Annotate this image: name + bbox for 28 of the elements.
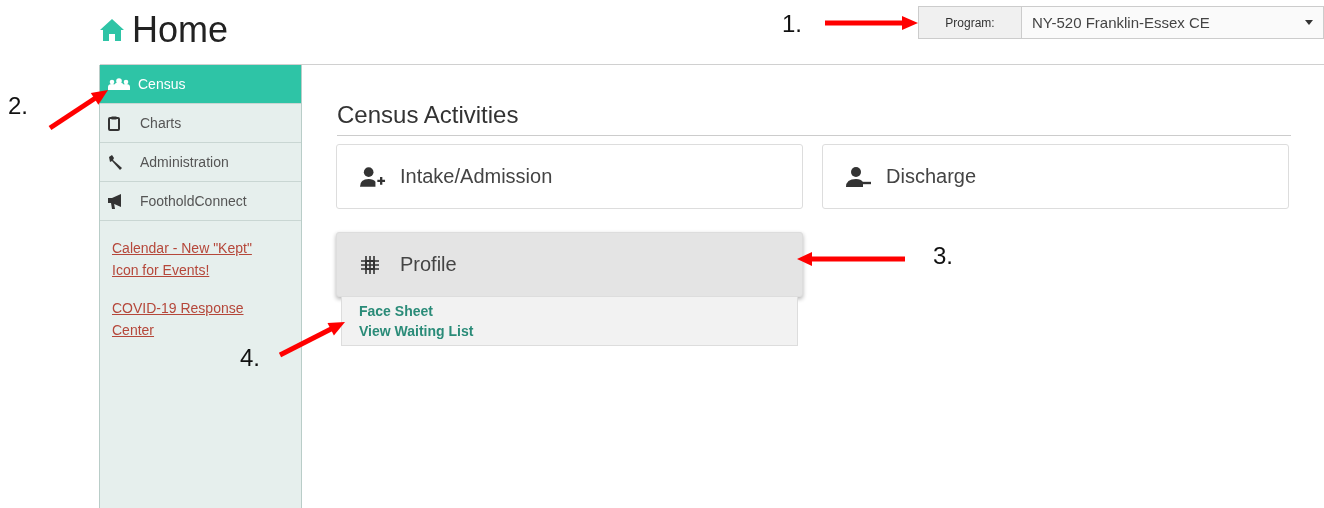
home-icon — [100, 19, 124, 41]
clipboard-icon — [108, 115, 120, 131]
activity-card[interactable]: Intake/Admission — [336, 144, 803, 209]
sidebar-link[interactable]: Calendar - New "Kept" Icon for Events! — [112, 237, 282, 281]
wrench-icon — [108, 154, 124, 170]
grid-icon — [360, 254, 380, 275]
activity-card[interactable]: Discharge — [822, 144, 1289, 209]
activity-card[interactable]: Profile — [336, 232, 803, 297]
sidebar-item[interactable]: Charts — [100, 104, 301, 143]
user-minus-icon — [846, 166, 871, 187]
callout-arrow — [278, 322, 345, 358]
callout-number: 2. — [8, 92, 28, 120]
callout-number: 1. — [782, 10, 802, 38]
menu-link[interactable]: Face Sheet — [359, 303, 433, 319]
program-label: Program: — [919, 7, 1022, 38]
sidebar-item[interactable]: Administration — [100, 143, 301, 182]
callout-number: 3. — [933, 242, 953, 270]
callout-arrow — [48, 90, 108, 131]
page-title: Home — [132, 9, 229, 51]
section-title: Census Activities — [337, 101, 1291, 136]
people-icon — [108, 78, 130, 90]
program-dropdown[interactable]: NY-520 Franklin-Essex CE — [1022, 7, 1323, 38]
sidebar-link[interactable]: COVID-19 Response Center — [112, 297, 282, 341]
user-plus-icon — [360, 166, 386, 187]
sidebar-item[interactable]: FootholdConnect — [100, 182, 301, 221]
menu-link[interactable]: View Waiting List — [359, 323, 474, 339]
caret-icon — [1305, 20, 1313, 25]
callout-number: 4. — [240, 344, 260, 372]
